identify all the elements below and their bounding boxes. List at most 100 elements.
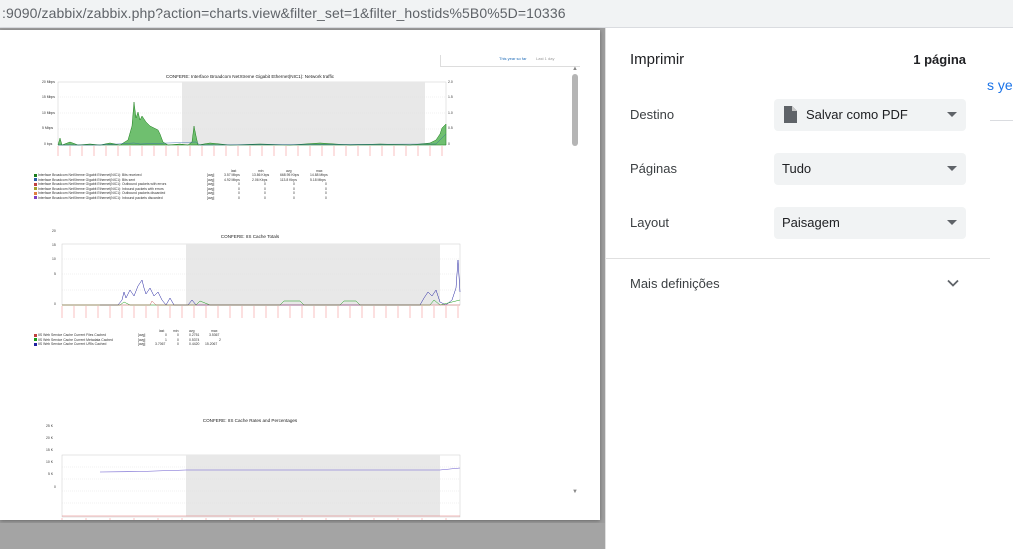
legend2-last-0: 0 — [165, 333, 167, 337]
expand-chevron-icon[interactable] — [946, 276, 960, 290]
legend1-max-3: 0 — [325, 186, 327, 191]
print-title: Imprimir — [630, 51, 685, 68]
legend2-avg-0: 0.2751 — [189, 333, 200, 337]
preview-page: This year so far Last 1 day CONFERE: Int… — [0, 30, 600, 520]
document-icon — [784, 106, 797, 123]
legend2-max-2: 15.2067 — [205, 342, 218, 346]
background-divider — [990, 120, 1013, 121]
layout-value: Paisagem — [782, 215, 840, 230]
legend1-avg-2: 0 — [293, 182, 295, 186]
legend2-row-1: IIS Web Service Cache Current Metadata C… — [34, 338, 113, 342]
chart3-ytick-5: 0 — [54, 485, 56, 489]
chart3-plot — [61, 454, 461, 520]
legend2-func-2: [avg] — [138, 342, 146, 346]
legend1-last-2: 0 — [238, 182, 240, 186]
chevron-down-icon — [947, 112, 957, 117]
panel-divider — [606, 258, 991, 259]
pages-select[interactable]: Tudo — [774, 153, 966, 185]
legend2-row-0: IIS Web Service Cache Current Files Cach… — [34, 333, 106, 337]
chart2-ytick-1: 15 — [52, 243, 56, 247]
legend1-last-0: 3.57 Mbps — [224, 173, 240, 177]
legend1-row-0: Interface Broadcom NetXtreme Gigabit Eth… — [34, 173, 141, 177]
chart3-ytick-4: 5 K — [48, 472, 54, 476]
legend2-max-0: 3.5367 — [209, 333, 220, 337]
legend2-last-2: 3.7067 — [155, 342, 166, 346]
chart3-ytick-1: 20 K — [46, 436, 53, 440]
preview-scroll-up-icon[interactable]: ▲ — [572, 66, 578, 72]
legend1-last-1: 4.92 Mbps — [224, 177, 240, 182]
legend2-h-last: last — [159, 329, 165, 333]
address-bar[interactable]: :9090/zabbix/zabbix.php?action=charts.vi… — [0, 0, 1013, 28]
legend1-row-5: Interface Broadcom NetXtreme Gigabit Eth… — [34, 196, 163, 200]
destination-value: Salvar como PDF — [806, 107, 908, 122]
legend1-avg-0: 668.95 Kbps — [280, 173, 300, 177]
legend2-last-1: 1 — [165, 337, 167, 342]
legend1-row-4: Interface Broadcom NetXtreme Gigabit Eth… — [34, 191, 165, 195]
legend2-row-2: IIS Web Service Cache Current URIs Cache… — [34, 342, 106, 346]
legend1-min-5: 0 — [264, 195, 266, 200]
legend1-last-5: 0 — [238, 195, 240, 200]
legend1-func-3: [avg] — [207, 186, 215, 191]
legend2-avg-1: 0.5374 — [189, 337, 200, 342]
destination-select[interactable]: Salvar como PDF — [774, 99, 966, 131]
legend2-max-1: 2 — [219, 337, 221, 342]
preview-graphics — [57, 81, 461, 520]
page-count: 1 página — [913, 52, 966, 67]
legend1-func-2: [avg] — [207, 182, 215, 186]
legend1-max-5: 0 — [325, 195, 327, 200]
chevron-down-icon — [947, 220, 957, 225]
chart3-ytick-0: 25 K — [46, 424, 53, 428]
legend2-min-0: 0 — [177, 333, 179, 337]
background-page-peek: s yea — [987, 28, 1013, 549]
chevron-down-icon — [947, 166, 957, 171]
legend1-min-2: 0 — [264, 182, 266, 186]
legend1-func-5: [avg] — [207, 195, 215, 200]
legend1-row-1: Interface Broadcom NetXtreme Gigabit Eth… — [34, 178, 135, 182]
preview-scroll-down-icon[interactable]: ▼ — [572, 489, 578, 495]
legend1-max-0: 14.88 Mbps — [310, 173, 328, 177]
legend2-min-2: 0 — [177, 342, 179, 346]
chart-iis-rates-title: CONFERE: IIS Cache Rates and Percentages — [202, 418, 298, 423]
preview-scrollbar-thumb[interactable] — [572, 74, 578, 146]
legend1-max-2: 0 — [325, 182, 327, 186]
chart1-plot — [57, 81, 447, 156]
destination-label: Destino — [630, 107, 675, 122]
legend2-func-1: [avg] — [138, 337, 146, 342]
legend2-avg-2: 0.4420 — [189, 342, 200, 346]
legend1-max-1: 5.18 Mbps — [310, 177, 326, 182]
legend1-last-3: 0 — [238, 186, 240, 191]
print-settings-panel: Imprimir 1 página Destino Salvar como PD… — [605, 28, 991, 549]
layout-label: Layout — [630, 215, 670, 230]
legend1-row-3: Interface Broadcom NetXtreme Gigabit Eth… — [34, 187, 164, 191]
legend1-min-1: 2.06 Kbps — [252, 177, 268, 182]
background-link-text: s yea — [987, 77, 1013, 93]
legend1-min-3: 0 — [264, 186, 266, 191]
legend1-last-4: 0 — [238, 191, 240, 195]
print-preview-area: This year so far Last 1 day CONFERE: Int… — [0, 28, 605, 549]
preview-bottom-gutter — [0, 523, 605, 549]
legend2-func-0: [avg] — [138, 333, 146, 337]
chart2-ytick-2: 10 — [52, 257, 56, 261]
chart2-ytick-3: 5 — [54, 272, 56, 276]
legend1-func-4: [avg] — [207, 191, 215, 195]
legend1-avg-3: 0 — [293, 186, 295, 191]
pages-value: Tudo — [782, 161, 812, 176]
chart2-plot — [61, 243, 461, 318]
legend1-avg-4: 0 — [293, 191, 295, 195]
layout-select[interactable]: Paisagem — [774, 207, 966, 239]
chart2-ytick-0: 20 — [52, 229, 56, 233]
legend2-min-1: 0 — [177, 337, 179, 342]
chart3-ytick-3: 10 K — [46, 460, 53, 464]
url-text[interactable]: :9090/zabbix/zabbix.php?action=charts.vi… — [2, 5, 566, 21]
legend1-func-0: [avg] — [207, 173, 215, 177]
chart2-ytick-4: 0 — [54, 302, 56, 306]
more-settings-toggle[interactable]: Mais definições — [630, 276, 720, 291]
legend1-avg-1: 113.8 Kbps — [280, 177, 297, 182]
legend1-func-1: [avg] — [207, 177, 215, 182]
legend1-row-2: Interface Broadcom NetXtreme Gigabit Eth… — [34, 182, 166, 186]
pages-label: Páginas — [630, 161, 677, 176]
legend1-avg-5: 0 — [293, 195, 295, 200]
legend1-min-4: 0 — [264, 191, 266, 195]
chart-iis-totals-title: CONFERE: IIS Cache Totals — [220, 234, 280, 239]
legend1-max-4: 0 — [325, 191, 327, 195]
